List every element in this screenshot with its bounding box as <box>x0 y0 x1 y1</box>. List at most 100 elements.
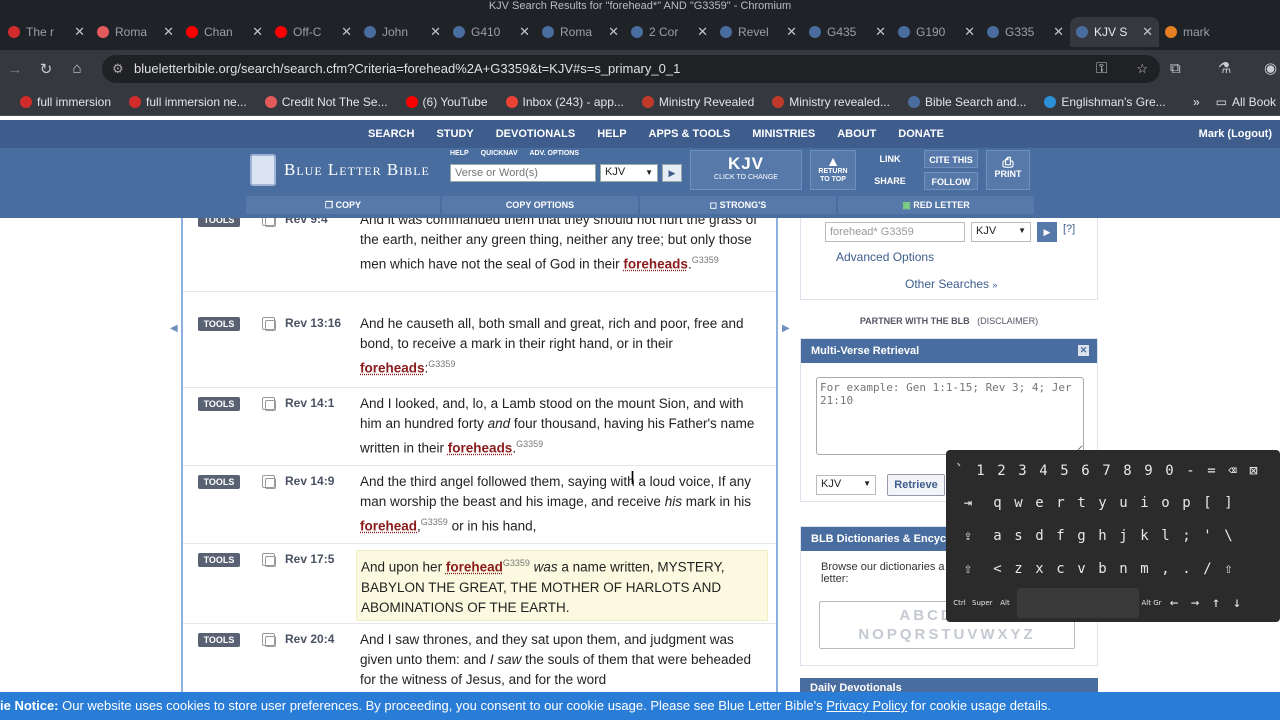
keyboard-key[interactable]: 2 <box>992 456 1011 486</box>
tools-button[interactable]: TOOLS <box>198 475 240 489</box>
close-tab-icon[interactable]: ✕ <box>608 24 619 40</box>
link-button[interactable]: LINK <box>866 150 914 168</box>
bookmark-item[interactable]: (6) YouTube <box>405 95 488 109</box>
keyboard-key[interactable]: u <box>1114 488 1133 518</box>
sidebar-version-select[interactable]: KJV ▼ <box>971 222 1031 242</box>
header-link-adv-options[interactable]: ADV. OPTIONS <box>530 150 580 157</box>
keyboard-key[interactable]: 3 <box>1013 456 1032 486</box>
collapse-right-icon[interactable]: ▶ <box>782 323 790 334</box>
header-link-quicknav[interactable]: QUICKNAV <box>481 150 518 157</box>
keyboard-key[interactable]: l <box>1156 521 1175 551</box>
keyboard-key[interactable]: 1 <box>971 456 990 486</box>
verse-reference[interactable]: Rev 20:4 <box>285 632 334 646</box>
keyboard-key[interactable]: y <box>1093 488 1112 518</box>
browser-tab[interactable]: The r ✕ <box>2 17 91 47</box>
keyboard-key[interactable]: i <box>1135 488 1154 518</box>
keyboard-key[interactable]: f <box>1051 521 1070 551</box>
browser-tab[interactable]: G335 ✕ <box>981 17 1070 47</box>
keyboard-key[interactable]: 4 <box>1034 456 1053 486</box>
copy-button[interactable]: ❐ COPY <box>246 196 440 214</box>
keyboard-key[interactable]: Alt Gr <box>1140 588 1163 618</box>
forward-icon[interactable]: → <box>0 61 30 78</box>
all-bookmarks[interactable]: ▭ All Book <box>1216 95 1276 109</box>
sidebar-search-go-button[interactable]: ▶ <box>1037 222 1057 242</box>
keyboard-key[interactable]: ⇪ <box>950 521 986 551</box>
blb-logo[interactable]: Blue Letter Bible <box>250 154 430 186</box>
share-button[interactable]: SHARE <box>866 172 914 190</box>
strongs-toggle[interactable]: ◻ STRONG'S <box>640 196 836 214</box>
header-search-input[interactable] <box>450 164 596 182</box>
keyboard-key[interactable]: 9 <box>1139 456 1158 486</box>
sidebar-search-input[interactable] <box>825 222 965 242</box>
retrieve-button[interactable]: Retrieve <box>887 474 945 496</box>
close-tab-icon[interactable]: ✕ <box>519 24 530 40</box>
user-logout[interactable]: Mark (Logout) <box>1199 128 1272 140</box>
keyboard-key[interactable]: ⊠ <box>1244 456 1263 486</box>
nav-apps-tools[interactable]: APPS & TOOLS <box>649 128 731 140</box>
home-icon[interactable]: ⌂ <box>62 60 92 77</box>
close-tab-icon[interactable]: ✕ <box>1053 24 1064 40</box>
extensions-icon[interactable]: ⧉ <box>1170 50 1181 88</box>
keyboard-key[interactable]: Alt <box>995 588 1015 618</box>
keyboard-key[interactable]: → <box>1185 588 1205 618</box>
verse-reference[interactable]: Rev 13:16 <box>285 316 341 330</box>
keyboard-key[interactable]: t <box>1072 488 1091 518</box>
keyboard-key[interactable]: Ctrl <box>950 588 969 618</box>
keyboard-key[interactable]: r <box>1051 488 1070 518</box>
tools-button[interactable]: TOOLS <box>198 317 240 331</box>
keyboard-key[interactable]: ' <box>1198 521 1217 551</box>
keyboard-key[interactable]: ⇧ <box>950 554 986 584</box>
verse-reference[interactable]: Rev 17:5 <box>285 552 334 566</box>
close-icon[interactable]: ✕ <box>1078 345 1089 356</box>
keyboard-key[interactable]: , <box>1156 554 1175 584</box>
kjv-version-button[interactable]: KJV CLICK TO CHANGE <box>690 150 802 190</box>
strongs-number[interactable]: G3359 <box>503 558 530 568</box>
other-searches-link[interactable]: Other Searches » <box>905 277 997 291</box>
cite-this-button[interactable]: CITE THIS <box>924 150 978 168</box>
copy-options-button[interactable]: COPY OPTIONS <box>442 196 638 214</box>
header-search-go-button[interactable]: ▶ <box>662 164 682 182</box>
nav-study[interactable]: STUDY <box>436 128 473 140</box>
print-button[interactable]: ⎙ PRINT <box>986 150 1030 190</box>
keyboard-key[interactable]: d <box>1030 521 1049 551</box>
keyboard-key[interactable]: 6 <box>1076 456 1095 486</box>
disclaimer-link[interactable]: (DISCLAIMER) <box>977 316 1038 326</box>
keyboard-key[interactable]: p <box>1177 488 1196 518</box>
keyboard-key[interactable]: m <box>1135 554 1154 584</box>
copy-verse-icon[interactable] <box>262 633 276 647</box>
search-keyword[interactable]: forehead <box>360 519 417 534</box>
strongs-number[interactable]: G3359 <box>692 255 719 265</box>
keyboard-key[interactable]: 0 <box>1160 456 1179 486</box>
browser-tab[interactable]: G435 ✕ <box>803 17 892 47</box>
return-to-top-button[interactable]: ▲ RETURN TO TOP <box>810 150 856 190</box>
keyboard-key[interactable]: k <box>1135 521 1154 551</box>
header-version-select[interactable]: KJV ▼ <box>600 164 658 182</box>
copy-verse-icon[interactable] <box>262 317 276 331</box>
close-tab-icon[interactable]: ✕ <box>786 24 797 40</box>
keyboard-key[interactable]: 7 <box>1097 456 1116 486</box>
keyboard-key[interactable]: w <box>1009 488 1028 518</box>
keyboard-key[interactable]: c <box>1051 554 1070 584</box>
search-keyword[interactable]: forehead <box>446 560 503 575</box>
close-tab-icon[interactable]: ✕ <box>1142 24 1153 40</box>
keyboard-key[interactable]: b <box>1093 554 1112 584</box>
lab-icon[interactable]: ⚗ <box>1218 50 1231 88</box>
url-input[interactable]: ⚙ blueletterbible.org/search/search.cfm?… <box>102 55 1160 83</box>
keyboard-key[interactable]: ] <box>1219 488 1238 518</box>
header-link-help[interactable]: HELP <box>450 150 469 157</box>
keyboard-key[interactable]: \ <box>1219 521 1238 551</box>
keyboard-key[interactable]: q <box>988 488 1007 518</box>
nav-donate[interactable]: DONATE <box>898 128 944 140</box>
collapse-left-icon[interactable]: ◀ <box>170 323 178 334</box>
close-tab-icon[interactable]: ✕ <box>430 24 441 40</box>
bookmark-item[interactable]: full immersion ne... <box>129 95 247 109</box>
nav-ministries[interactable]: MINISTRIES <box>752 128 815 140</box>
nav-about[interactable]: ABOUT <box>837 128 876 140</box>
keyboard-key[interactable]: / <box>1198 554 1217 584</box>
profile-icon[interactable]: ◉ <box>1264 50 1277 88</box>
multi-verse-input[interactable] <box>816 377 1084 455</box>
close-tab-icon[interactable]: ✕ <box>163 24 174 40</box>
bookmark-item[interactable]: Inbox (243) - app... <box>505 95 624 109</box>
keyboard-key[interactable]: ↓ <box>1227 588 1247 618</box>
nav-devotionals[interactable]: DEVOTIONALS <box>496 128 575 140</box>
